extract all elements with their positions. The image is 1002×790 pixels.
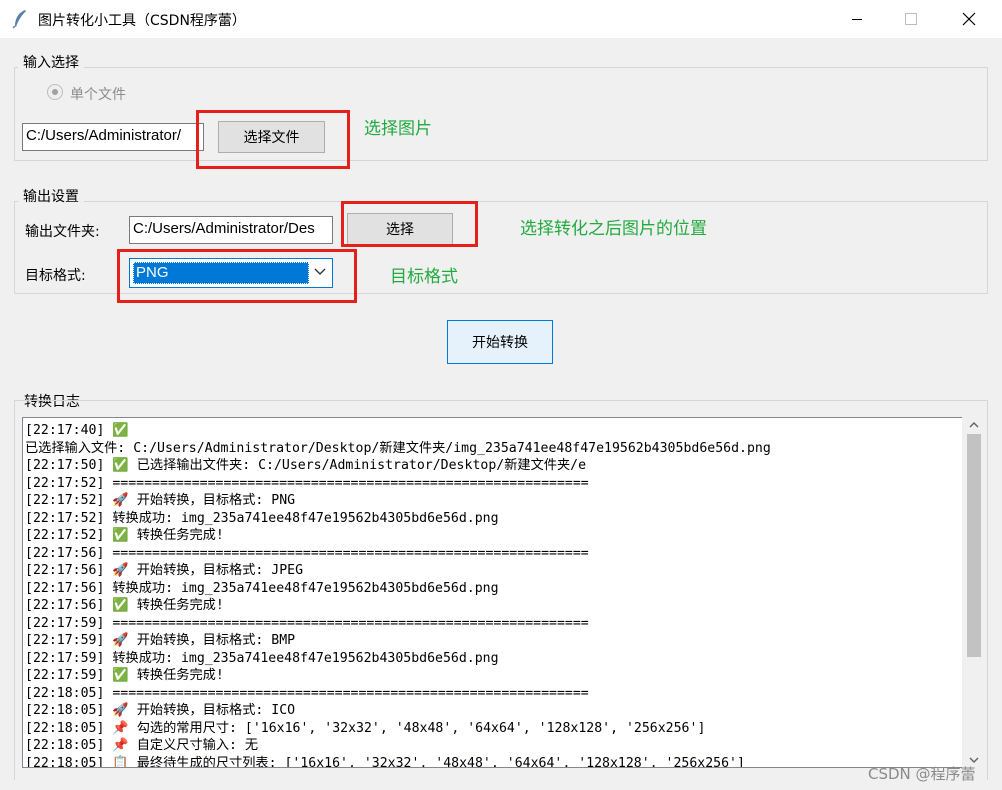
log-line: [22:17:52] =============================… [25,475,589,491]
log-line: [22:17:56] =============================… [25,545,589,561]
log-lines: [22:17:40] ✅ 已选择输入文件: C:/Users/Administra… [25,422,771,768]
output-folder-label: 输出文件夹: [25,224,100,240]
log-scrollbar[interactable] [962,417,986,768]
log-line: [22:18:05] 📌 自定义尺寸输入: 无 [25,738,259,753]
annotation-box-target-format [117,249,357,303]
annotation-output-location: 选择转化之后图片的位置 [520,219,707,239]
maximize-icon [905,13,917,25]
window-title: 图片转化小工具（CSDN程序蕾） [38,13,246,29]
log-line: [22:17:56] 转换成功: img_235a741ee48f47e1956… [25,580,499,596]
log-line: [22:17:52] 转换成功: img_235a741ee48f47e1956… [25,510,499,526]
input-path-field[interactable]: C:/Users/Administrator/ [22,123,204,151]
feather-icon [12,10,26,29]
annotation-choose-image: 选择图片 [364,119,432,139]
log-line: [22:17:59] =============================… [25,615,589,631]
title-bar: 图片转化小工具（CSDN程序蕾） [0,0,1002,38]
scroll-up-button[interactable] [962,417,986,433]
log-line: [22:17:52] ✅ 转换任务完成! [25,528,224,543]
log-line: [22:18:05] 🚀 开始转换，目标格式: ICO [25,703,296,718]
annotation-box-choose-file [196,110,350,169]
log-line: 已选择输入文件: C:/Users/Administrator/Desktop/… [25,440,771,456]
close-icon [962,12,976,26]
annotation-target-format: 目标格式 [390,267,458,287]
log-line: [22:17:52] 🚀 开始转换，目标格式: PNG [25,493,296,508]
start-convert-button[interactable]: 开始转换 [447,320,553,364]
output-group-title: 输出设置 [18,186,84,206]
single-file-radio-label: 单个文件 [70,87,126,103]
log-line: [22:17:59] 🚀 开始转换，目标格式: BMP [25,633,296,648]
minimize-icon [852,19,862,20]
output-folder-field[interactable]: C:/Users/Administrator/Des [129,216,333,244]
log-line: [22:17:56] 🚀 开始转换，目标格式: JPEG [25,563,304,578]
chevron-up-icon [969,422,979,428]
minimize-button[interactable] [834,0,880,38]
watermark: CSDN @程序蕾 [868,765,976,783]
log-text-area[interactable]: [22:17:40] ✅ 已选择输入文件: C:/Users/Administra… [22,417,962,768]
log-line: [22:18:05] =============================… [25,685,589,701]
input-group-title: 输入选择 [18,52,84,72]
close-button[interactable] [946,0,992,38]
scrollbar-thumb[interactable] [967,434,981,657]
log-line: [22:17:40] ✅ [25,423,129,438]
log-line: [22:17:56] ✅ 转换任务完成! [25,598,224,613]
log-line: [22:18:05] 📌 勾选的常用尺寸: ['16x16', '32x32',… [25,720,706,736]
single-file-radio[interactable] [47,84,63,100]
log-line: [22:17:59] 转换成功: img_235a741ee48f47e1956… [25,650,499,666]
target-format-label: 目标格式: [25,268,86,284]
log-line: [22:17:59] ✅ 转换任务完成! [25,668,224,683]
annotation-box-choose-folder [341,201,478,247]
log-line: [22:17:50] ✅ 已选择输出文件夹: C:/Users/Administ… [25,458,587,473]
maximize-button[interactable] [888,0,934,38]
log-line: [22:18:05] 📋 最终待生成的尺寸列表: ['16x16', '32x3… [25,755,745,768]
